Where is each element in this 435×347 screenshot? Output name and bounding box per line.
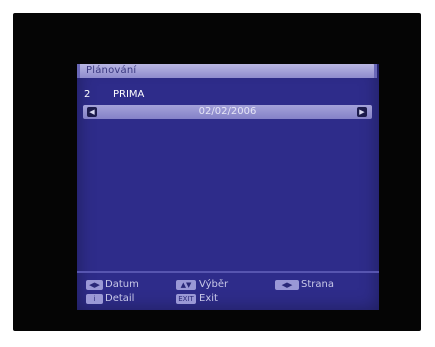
legend-detail: Detail <box>105 293 135 304</box>
legend-strana: Strana <box>301 279 334 290</box>
date-value: 02/02/2006 <box>198 106 257 117</box>
info-icon: i <box>86 294 103 304</box>
legend-vyber: Výběr <box>199 279 229 290</box>
title-bar-edge-right <box>374 64 377 78</box>
date-selector[interactable]: ◀ 02/02/2006 ▶ <box>83 105 372 119</box>
epg-screen: Plánování 2 PRIMA ◀ 02/02/2006 ▶ ◀▶ Datu… <box>77 64 379 310</box>
up-down-arrows-icon: ▲▼ <box>176 280 196 290</box>
page-title: Plánování <box>86 65 137 76</box>
left-right-arrows-icon: ◀▶ <box>86 280 103 290</box>
key-legend: ◀▶ Datum ▲▼ Výběr ◀▶ Strana i Detail EXI… <box>77 276 379 308</box>
exit-key-icon: EXIT <box>176 294 196 304</box>
title-bar-edge-left <box>77 64 80 78</box>
channel-name: PRIMA <box>113 89 145 100</box>
legend-datum: Datum <box>105 279 139 290</box>
page-arrows-icon: ◀▶ <box>275 280 299 290</box>
title-bar: Plánování <box>77 64 377 78</box>
legend-divider <box>77 271 379 273</box>
channel-number: 2 <box>84 89 91 100</box>
schedule-list <box>83 122 372 268</box>
chevron-right-icon[interactable]: ▶ <box>357 107 367 117</box>
legend-exit: Exit <box>199 293 218 304</box>
